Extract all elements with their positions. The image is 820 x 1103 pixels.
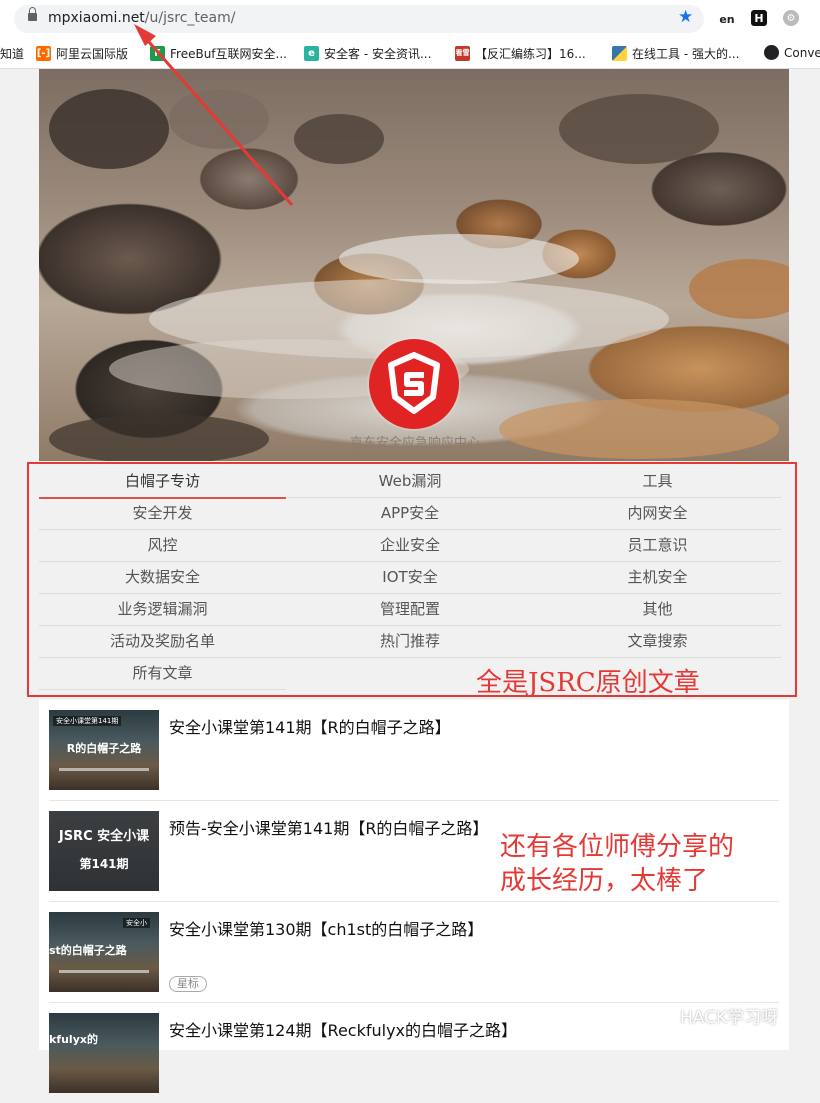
article-thumbnail: JSRC 安全小课 第141期 (49, 811, 159, 891)
watermark-text: HACK学习呀 (680, 1008, 779, 1028)
bookmark-star-icon[interactable]: ★ (678, 9, 693, 26)
wechat-icon (648, 1006, 674, 1024)
bookmark-label: 在线工具 - 强大的... (632, 47, 740, 61)
bookmark-item[interactable]: Conve (764, 45, 820, 60)
article-title[interactable]: 预告-安全小课堂第141期【R的白帽子之路】 (169, 815, 488, 839)
bookmark-item[interactable]: 知道 (0, 45, 24, 62)
url-path: /u/jsrc_team/ (144, 10, 236, 26)
bookmark-label: 知道 (0, 47, 25, 61)
thumbnail-road (59, 970, 149, 973)
h-extension-icon[interactable]: H (751, 10, 767, 26)
kanxue-icon: 看雪 (455, 46, 470, 61)
article-item[interactable]: 安全小 st的白帽子之路 安全小课堂第130期【ch1st的白帽子之路】 星标 (49, 902, 779, 1003)
bookmark-label: 阿里云国际版 (56, 47, 129, 61)
article-thumbnail: kfulyx的 (49, 1013, 159, 1093)
star-tag[interactable]: 星标 (169, 976, 207, 992)
url-host: mpxiaomi.net (48, 10, 145, 26)
annotation-line: 还有各位师傅分享的 (500, 832, 735, 862)
thumbnail-road (59, 768, 149, 771)
aliyun-icon: [-] (36, 46, 51, 61)
bookmark-item[interactable]: e 安全客 - 安全资讯... (304, 45, 431, 62)
browser-toolbar: mpxiaomi.net/u/jsrc_team/ ★ en H ⚙ (0, 0, 820, 38)
annotation-line: 成长经历，太棒了 (500, 866, 709, 896)
thumbnail-caption: 安全小 (123, 918, 150, 928)
thumbnail-caption: 安全小课堂第141期 (53, 716, 122, 726)
anquanke-icon: e (304, 46, 319, 61)
article-thumbnail: 安全小 st的白帽子之路 (49, 912, 159, 992)
annotation-note: 全是JSRC原创文章 (476, 668, 700, 698)
bookmark-item[interactable]: 在线工具 - 强大的... (612, 45, 739, 62)
thumbnail-title: JSRC 安全小课 (58, 829, 150, 844)
annotation-note-2: 还有各位师傅分享的 成长经历，太棒了 (500, 830, 734, 898)
article-title[interactable]: 安全小课堂第130期【ch1st的白帽子之路】 (169, 916, 483, 940)
article-thumbnail: 安全小课堂第141期 R的白帽子之路 (49, 710, 159, 790)
jsrc-logo (369, 339, 459, 429)
lock-icon[interactable] (28, 7, 37, 21)
settings-extension-icon[interactable]: ⚙ (783, 10, 799, 26)
bookmark-label: 【反汇编练习】16... (475, 47, 586, 61)
thumbnail-title: st的白帽子之路 (49, 944, 127, 957)
bookmark-item[interactable]: 看雪 【反汇编练习】16... (455, 45, 586, 62)
thumbnail-title: kfulyx的 (49, 1033, 98, 1046)
article-item[interactable]: 安全小课堂第141期 R的白帽子之路 安全小课堂第141期【R的白帽子之路】 (49, 700, 779, 801)
translate-extension-icon[interactable]: en (718, 10, 736, 28)
freebuf-icon: F (150, 46, 165, 61)
url-text[interactable]: mpxiaomi.net/u/jsrc_team/ (48, 10, 235, 26)
thumbnail-caption: 第141期 (79, 857, 129, 871)
python-icon (612, 46, 627, 61)
bookmark-label: 安全客 - 安全资讯... (324, 47, 432, 61)
watermark: HACK学习呀 (648, 1003, 778, 1028)
bookmark-label: Conve (784, 45, 820, 60)
bookmark-item[interactable]: [-] 阿里云国际版 (36, 45, 128, 62)
article-title[interactable]: 安全小课堂第141期【R的白帽子之路】 (169, 714, 451, 738)
thumbnail-title: R的白帽子之路 (66, 742, 142, 755)
globe-icon (764, 45, 779, 60)
bookmarks-bar: 知道 [-] 阿里云国际版 F FreeBuf互联网安全... e 安全客 - 安全资… (0, 38, 820, 69)
hero-caption: 京东安全应急响应中心 (349, 436, 480, 451)
article-title[interactable]: 安全小课堂第124期【Reckfulyx的白帽子之路】 (169, 1017, 517, 1041)
bookmark-item[interactable]: F FreeBuf互联网安全... (150, 45, 287, 62)
bookmark-label: FreeBuf互联网安全... (170, 47, 287, 61)
